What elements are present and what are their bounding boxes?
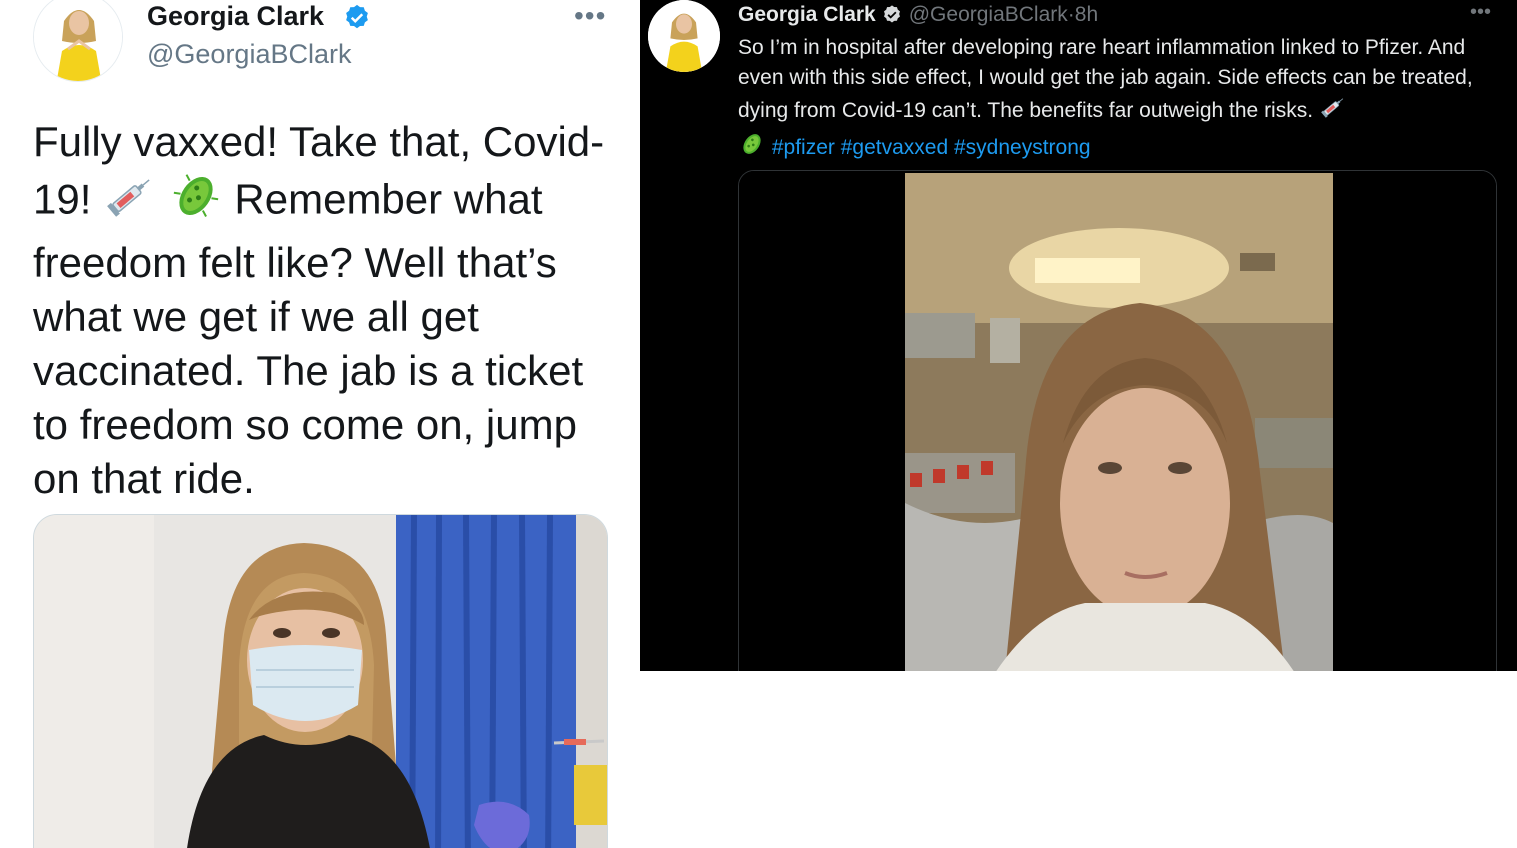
verified-badge-icon — [881, 4, 903, 26]
author-handle[interactable]: @GeorgiaBClark — [909, 3, 1068, 27]
hashtag-link[interactable]: #sydneystrong — [954, 136, 1091, 159]
author-name[interactable]: Georgia Clark — [738, 3, 876, 27]
tweet-text-main: So I’m in hospital after developing rare… — [738, 36, 1473, 123]
avatar[interactable] — [33, 0, 123, 82]
separator: · — [1067, 3, 1075, 26]
verified-badge-icon — [342, 3, 372, 33]
more-icon[interactable]: ••• — [1470, 2, 1491, 22]
syringe-icon — [103, 169, 157, 236]
hashtag-link[interactable]: #getvaxxed — [841, 136, 948, 159]
author-name[interactable]: Georgia Clark — [147, 0, 324, 32]
tweet-header: Georgia Clark @GeorgiaBClark · 8h — [738, 2, 1098, 28]
more-icon[interactable]: ••• — [574, 2, 606, 30]
tweet-text: So I’m in hospital after developing rare… — [738, 33, 1498, 167]
microbe-icon — [738, 130, 766, 167]
tweet-time[interactable]: 8h — [1075, 3, 1098, 27]
hospital-video-frame — [739, 171, 1496, 671]
tweet-photo[interactable] — [33, 514, 608, 848]
avatar[interactable] — [648, 0, 720, 72]
syringe-icon — [1319, 93, 1347, 130]
tweet-text: Fully vaxxed! Take that, Covid-19! Remem… — [33, 115, 613, 506]
vaccination-selfie-image — [34, 515, 607, 848]
hashtag-link[interactable]: #pfizer — [772, 136, 835, 159]
author-handle[interactable]: @GeorgiaBClark — [147, 38, 351, 70]
light-tweet-card: Georgia Clark @GeorgiaBClark ••• Fully v… — [0, 0, 640, 848]
microbe-icon — [169, 169, 223, 236]
tweet-video[interactable] — [738, 170, 1497, 671]
dark-tweet-card: Georgia Clark @GeorgiaBClark · 8h ••• So… — [640, 0, 1517, 671]
